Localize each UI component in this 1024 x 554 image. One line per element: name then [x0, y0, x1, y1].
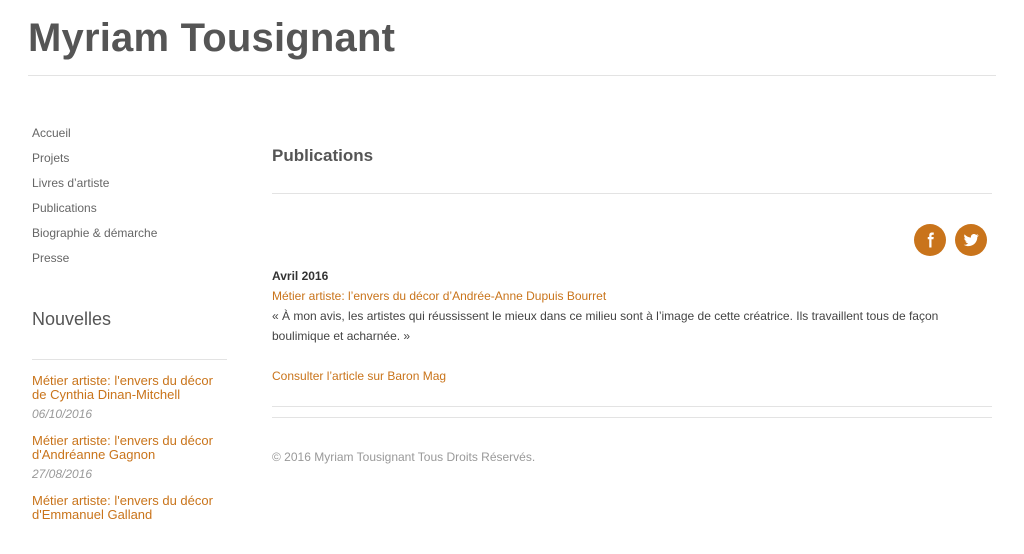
- news-item: Métier artiste: l'envers du décor d'Emma…: [32, 494, 227, 554]
- nav-item-presse[interactable]: Presse: [32, 249, 157, 274]
- copyright-text: © 2016 Myriam Tousignant Tous Droits Rés…: [272, 450, 536, 464]
- publication-entry: Avril 2016 Métier artiste: l’envers du d…: [272, 266, 962, 386]
- news-item-link[interactable]: Métier artiste: l'envers du décor d'Andr…: [32, 434, 227, 462]
- nav-item-biographie[interactable]: Biographie & démarche: [32, 224, 157, 249]
- news-item-date: 27/08/2016: [32, 467, 93, 481]
- nav-item-publications[interactable]: Publications: [32, 199, 157, 224]
- news-item-link[interactable]: Métier artiste: l'envers du décor de Cyn…: [32, 374, 227, 402]
- nav-item-livres[interactable]: Livres d’artiste: [32, 174, 157, 199]
- title-divider: [272, 193, 992, 194]
- facebook-icon[interactable]: [914, 224, 946, 256]
- main-nav: Accueil Projets Livres d’artiste Publica…: [32, 124, 157, 274]
- nav-item-accueil[interactable]: Accueil: [32, 124, 157, 149]
- publication-month: Avril 2016: [272, 269, 329, 283]
- footer-divider-bottom: [272, 417, 992, 418]
- news-list: Métier artiste: l'envers du décor de Cyn…: [32, 374, 227, 554]
- publication-title-link[interactable]: Métier artiste: l’envers du décor d’Andr…: [272, 286, 962, 306]
- social-share: [914, 224, 987, 256]
- nav-item-projets[interactable]: Projets: [32, 149, 157, 174]
- news-item-date: 06/10/2016: [32, 407, 93, 421]
- news-heading: Nouvelles: [32, 309, 112, 329]
- consult-article-link[interactable]: Consulter l’article sur Baron Mag: [272, 366, 962, 386]
- publication-quote: « À mon avis, les artistes qui réussisse…: [272, 309, 939, 343]
- footer-divider-top: [272, 406, 992, 407]
- site-title[interactable]: Myriam Tousignant: [28, 16, 395, 61]
- news-item: Métier artiste: l'envers du décor d'Andr…: [32, 434, 227, 494]
- news-item: Métier artiste: l'envers du décor de Cyn…: [32, 374, 227, 434]
- header-divider: [28, 75, 996, 76]
- twitter-icon[interactable]: [955, 224, 987, 256]
- page-title: Publications: [272, 146, 374, 165]
- news-divider: [32, 359, 227, 360]
